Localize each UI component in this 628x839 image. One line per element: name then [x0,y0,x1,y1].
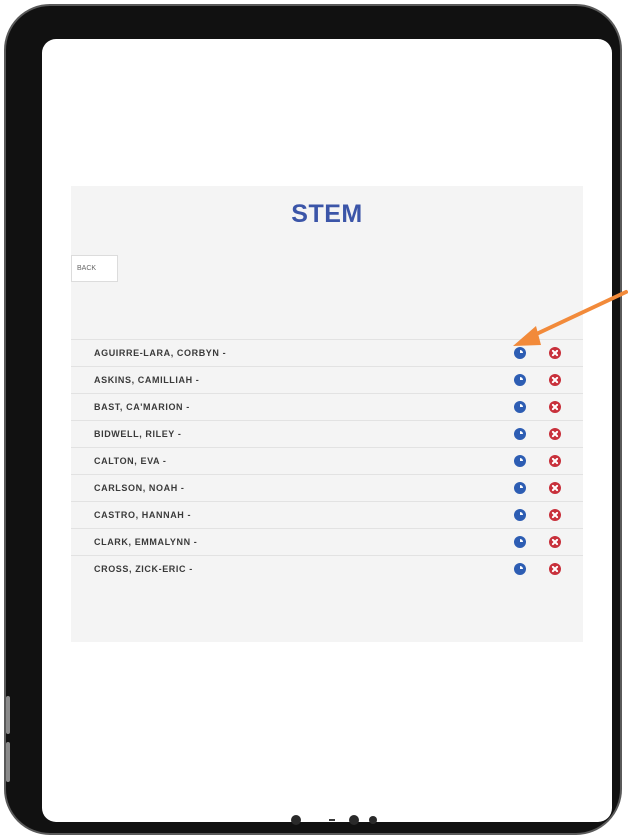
tablet-camera-bar [291,813,391,827]
student-name: ASKINS, CAMILLIAH - [94,375,200,385]
student-row: CASTRO, HANNAH - [71,501,583,528]
edit-icon[interactable] [514,509,526,521]
student-name: AGUIRRE-LARA, CORBYN - [94,348,227,358]
student-name: CARLSON, NOAH - [94,483,185,493]
camera-dot [369,816,377,824]
tablet-frame: STEM BACK AGUIRRE-LARA, CORBYN - ASKINS,… [4,4,622,835]
student-row: BIDWELL, RILEY - [71,420,583,447]
camera-dash [329,819,335,821]
student-row: AGUIRRE-LARA, CORBYN - [71,339,583,366]
edit-icon[interactable] [514,482,526,494]
student-name: CASTRO, HANNAH - [94,510,192,520]
student-row: CLARK, EMMALYNN - [71,528,583,555]
student-name: BIDWELL, RILEY - [94,429,182,439]
tablet-side-button [6,696,10,734]
student-row: BAST, CA'MARION - [71,393,583,420]
edit-icon[interactable] [514,428,526,440]
student-row: ASKINS, CAMILLIAH - [71,366,583,393]
delete-icon[interactable] [549,347,561,359]
camera-dot [349,815,359,825]
edit-icon[interactable] [514,455,526,467]
back-button[interactable]: BACK [71,255,118,282]
edit-icon[interactable] [514,563,526,575]
delete-icon[interactable] [549,374,561,386]
student-name: CALTON, EVA - [94,456,167,466]
roster-panel: STEM BACK AGUIRRE-LARA, CORBYN - ASKINS,… [71,186,583,642]
delete-icon[interactable] [549,428,561,440]
delete-icon[interactable] [549,509,561,521]
camera-dot [291,815,301,825]
student-row: CALTON, EVA - [71,447,583,474]
screen: STEM BACK AGUIRRE-LARA, CORBYN - ASKINS,… [42,39,612,822]
student-list: AGUIRRE-LARA, CORBYN - ASKINS, CAMILLIAH… [71,339,583,582]
student-name: BAST, CA'MARION - [94,402,190,412]
delete-icon[interactable] [549,401,561,413]
edit-icon[interactable] [514,536,526,548]
delete-icon[interactable] [549,536,561,548]
student-row: CROSS, ZICK-ERIC - [71,555,583,582]
edit-icon[interactable] [514,347,526,359]
edit-icon[interactable] [514,374,526,386]
tablet-side-button [6,742,10,782]
page-title: STEM [291,200,363,228]
student-name: CROSS, ZICK-ERIC - [94,564,193,574]
delete-icon[interactable] [549,455,561,467]
student-row: CARLSON, NOAH - [71,474,583,501]
delete-icon[interactable] [549,563,561,575]
student-name: CLARK, EMMALYNN - [94,537,198,547]
delete-icon[interactable] [549,482,561,494]
edit-icon[interactable] [514,401,526,413]
